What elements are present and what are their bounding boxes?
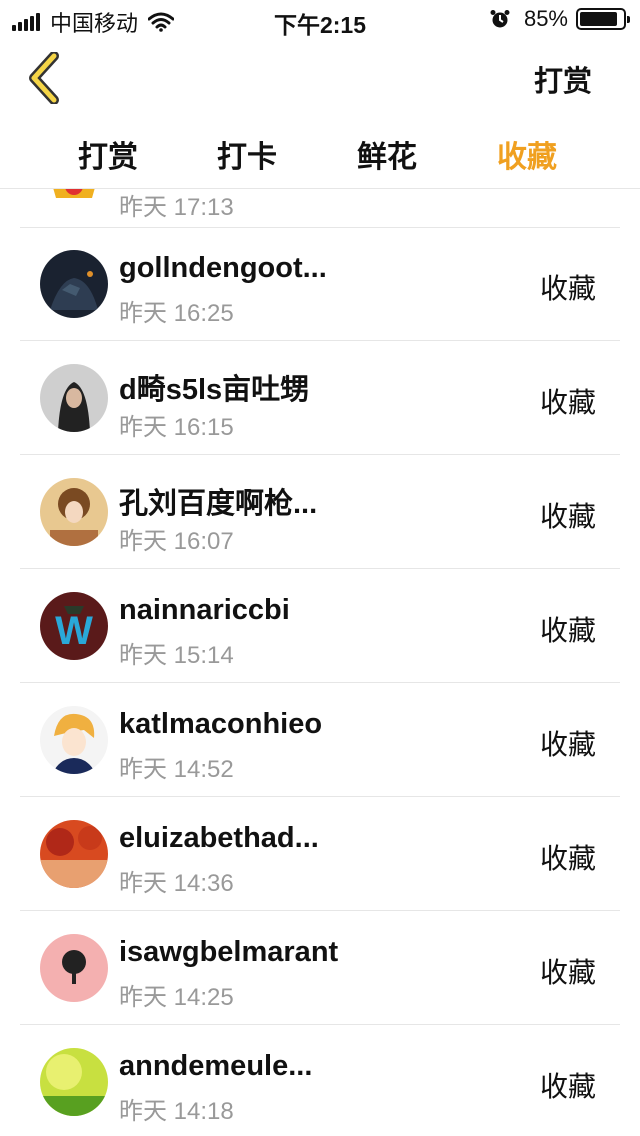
item-time: 昨天 16:25: [119, 300, 234, 327]
avatar: [40, 250, 108, 318]
item-name: katlmaconhieo: [119, 708, 323, 740]
item-name: 孔刘百度啊枪...: [119, 488, 318, 520]
item-time: 昨天 17:13: [119, 194, 234, 221]
item-name: gollndengoot...: [119, 252, 327, 284]
list-item[interactable]: 孔刘百度啊枪... 昨天 16:07 收藏: [20, 455, 620, 569]
item-name: anndemeule...: [119, 1050, 313, 1082]
list-item[interactable]: anndemeule... 昨天 14:18 收藏: [20, 1025, 620, 1136]
item-name: d畸s5ls亩吐甥: [119, 374, 310, 406]
favorite-action-label: 收藏: [539, 957, 596, 988]
avatar: W: [40, 592, 108, 660]
item-time: 昨天 16:15: [119, 414, 234, 441]
svg-text:W: W: [55, 609, 93, 653]
favorite-action-label: 收藏: [539, 273, 596, 304]
status-bar: 中国移动 下午2:15 85%: [0, 0, 640, 40]
avatar: [40, 820, 108, 888]
avatar: [40, 478, 108, 546]
battery-icon: [576, 8, 630, 30]
item-time: 昨天 16:07: [119, 528, 234, 555]
item-name: nainnariccbi: [119, 594, 290, 626]
list-item[interactable]: isawgbelmarant 昨天 14:25 收藏: [20, 911, 620, 1025]
favorite-action-label: 收藏: [539, 843, 596, 874]
item-time: 昨天 15:14: [119, 642, 234, 669]
alarm-icon: [490, 10, 510, 28]
tab-reward[interactable]: 打赏: [78, 132, 138, 176]
favorite-action-label: 收藏: [539, 1071, 596, 1102]
item-name: eluizabethad...: [119, 822, 319, 854]
item-time: 昨天 14:25: [119, 984, 234, 1011]
tab-bar: 打赏 打卡 鲜花 收藏: [0, 118, 640, 189]
favorite-action-label: 收藏: [539, 501, 596, 532]
back-chevron-icon[interactable]: [24, 52, 64, 104]
battery-percent: 85%: [523, 6, 568, 31]
list-item[interactable]: katlmaconhieo 昨天 14:52 收藏: [20, 683, 620, 797]
avatar: [40, 1048, 108, 1116]
avatar: [40, 706, 108, 774]
list-item[interactable]: eluizabethad... 昨天 14:36 收藏: [20, 797, 620, 911]
item-time: 昨天 14:36: [119, 870, 234, 897]
item-time: 昨天 14:18: [119, 1098, 234, 1125]
avatar: [40, 364, 108, 432]
nav-bar: 打赏: [0, 40, 640, 118]
avatar: [53, 189, 95, 198]
list-item[interactable]: W nainnariccbi 昨天 15:14 收藏: [20, 569, 620, 683]
list-item[interactable]: d畸s5ls亩吐甥 昨天 16:15 收藏: [20, 341, 620, 455]
favorite-action-label: 收藏: [539, 615, 596, 646]
list-item[interactable]: gollndengoot... 昨天 16:25 收藏: [20, 227, 620, 341]
list-item[interactable]: 昨天 17:13: [20, 189, 620, 228]
item-time: 昨天 14:52: [119, 756, 234, 783]
tab-checkin[interactable]: 打卡: [217, 132, 277, 176]
tab-flowers[interactable]: 鲜花: [357, 132, 417, 176]
avatar: [40, 934, 108, 1002]
favorite-action-label: 收藏: [539, 729, 596, 760]
favorites-list: 昨天 17:13 gollndengoot... 昨天 16:25 收藏 d畸s…: [20, 189, 620, 1136]
reward-button[interactable]: 打赏: [534, 58, 592, 100]
favorite-action-label: 收藏: [539, 387, 596, 418]
item-name: isawgbelmarant: [119, 936, 339, 968]
tab-favorites[interactable]: 收藏: [497, 132, 557, 176]
